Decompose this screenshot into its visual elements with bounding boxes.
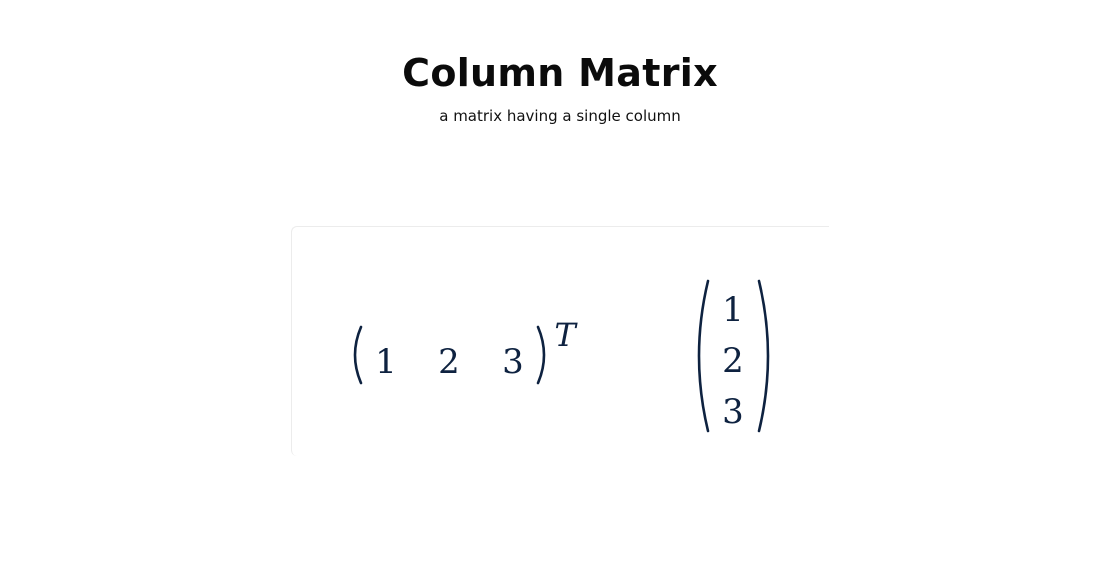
- transpose-superscript: T: [554, 316, 578, 354]
- page-subtitle: a matrix having a single column: [439, 107, 681, 125]
- column-entry-2: 2: [722, 341, 744, 381]
- row-entry-1: 1: [375, 342, 397, 382]
- column-entry-1: 1: [722, 290, 744, 330]
- matrix-illustration: 1 2 3 T 1 2 3: [353, 279, 770, 433]
- row-right-paren: [536, 325, 546, 385]
- column-vector: 1 2 3: [697, 279, 770, 433]
- page-title: Column Matrix: [402, 51, 718, 95]
- matrix-example-card: 1 2 3 T 1 2 3: [291, 226, 829, 456]
- column-right-paren: [757, 279, 770, 433]
- row-entry-2: 2: [438, 342, 460, 382]
- column-left-paren: [697, 279, 710, 433]
- row-entry-3: 3: [502, 342, 524, 382]
- row-vector-transpose: 1 2 3 T: [353, 316, 578, 385]
- column-entry-3: 3: [722, 392, 744, 432]
- row-left-paren: [353, 325, 363, 385]
